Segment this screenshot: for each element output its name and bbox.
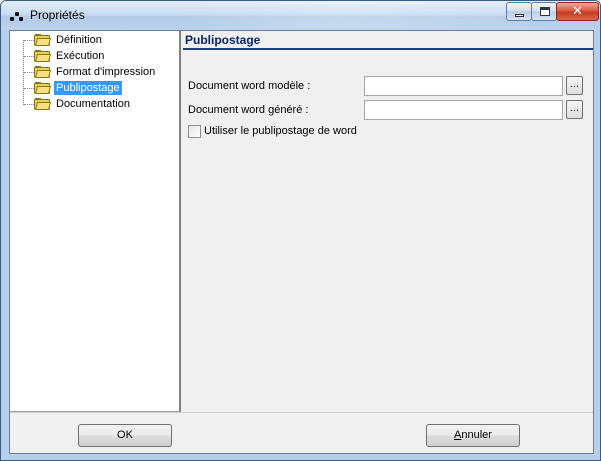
generated-document-browse-button[interactable]: ... [566,100,583,119]
use-word-mailmerge-label: Utiliser le publipostage de word [204,125,357,137]
template-document-input[interactable] [364,76,563,96]
close-icon: ✕ [572,4,583,19]
cancel-label: nnuler [461,429,492,441]
ok-button[interactable]: OK [78,424,172,447]
generated-document-input[interactable] [364,100,563,120]
settings-panel: Publipostage Document word modèle : ... … [183,31,593,412]
tree-item-format-impression[interactable]: Format d'impression [10,64,181,80]
window-title: Propriétés [30,8,85,22]
folder-icon [34,98,51,110]
folder-icon [34,50,51,62]
tree-item-publipostage[interactable]: Publipostage [10,80,181,96]
folder-icon [34,66,51,78]
folder-icon [34,34,51,46]
generated-document-label: Document word généré : [188,104,309,116]
properties-window: Propriétés ✕ Définition Exécution Format… [0,0,601,461]
title-bar[interactable]: Propriétés ✕ [1,1,600,30]
dialog-body: Définition Exécution Format d'impression… [9,30,594,454]
cancel-button[interactable]: Annuler [426,424,520,447]
tree-item-documentation[interactable]: Documentation [10,96,181,112]
minimize-icon [515,14,524,17]
app-icon [9,8,23,22]
tree-item-execution[interactable]: Exécution [10,48,181,64]
tree-item-label: Format d'impression [56,66,156,78]
category-tree[interactable]: Définition Exécution Format d'impression… [10,31,181,412]
footer-divider [10,412,593,413]
panel-title: Publipostage [185,33,261,47]
maximize-button[interactable] [531,2,557,21]
tree-item-definition[interactable]: Définition [10,32,181,48]
tree-item-label: Définition [56,34,102,46]
tree-item-label: Publipostage [54,81,122,95]
close-button[interactable]: ✕ [556,2,599,21]
panel-header: Publipostage [183,31,593,50]
template-document-browse-button[interactable]: ... [566,76,583,95]
use-word-mailmerge-checkbox[interactable] [188,125,201,138]
minimize-button[interactable] [506,2,532,21]
folder-icon [34,82,51,94]
template-document-label: Document word modèle : [188,80,311,92]
tree-item-label: Documentation [56,98,130,110]
maximize-icon [540,7,550,16]
tree-item-label: Exécution [56,50,105,62]
